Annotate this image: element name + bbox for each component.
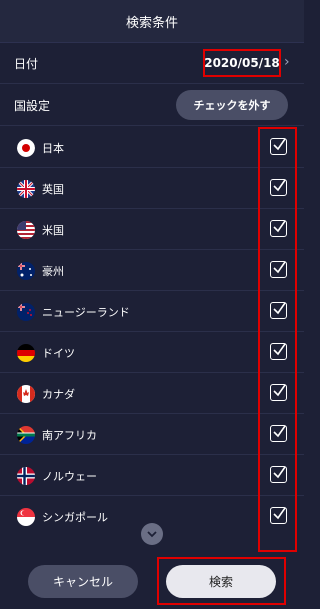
header: 検索条件 bbox=[0, 0, 304, 43]
list-item-label: 日本 bbox=[42, 142, 64, 155]
list-item-label: 英国 bbox=[42, 183, 64, 196]
list-item-label: 米国 bbox=[42, 224, 64, 237]
japan-flag-icon bbox=[17, 139, 35, 157]
uncheck-all-label: チェックを外す bbox=[193, 99, 271, 112]
chevron-right-icon[interactable]: › bbox=[284, 54, 290, 70]
chevron-down-icon bbox=[147, 531, 157, 538]
list-item-label: カナダ bbox=[42, 388, 75, 401]
uncheck-all-button[interactable]: チェックを外す bbox=[176, 90, 288, 120]
date-label: 日付 bbox=[14, 57, 39, 71]
list-item-label: ドイツ bbox=[42, 347, 75, 360]
date-value-highlight[interactable]: 2020/05/18 bbox=[203, 49, 281, 77]
page-title: 検索条件 bbox=[125, 15, 178, 31]
uk-flag-icon bbox=[17, 180, 35, 198]
date-value: 2020/05/18 bbox=[204, 56, 280, 70]
footer: キャンセル 検索 bbox=[0, 552, 304, 609]
list-item-label: ノルウェー bbox=[42, 470, 97, 483]
cancel-button[interactable]: キャンセル bbox=[28, 565, 138, 598]
new-zealand-flag-icon bbox=[17, 303, 35, 321]
list-item-label: シンガポール bbox=[42, 511, 108, 524]
search-button[interactable]: 検索 bbox=[166, 565, 276, 598]
checkbox-column-highlight bbox=[258, 127, 297, 552]
canada-flag-icon bbox=[17, 385, 35, 403]
australia-flag-icon bbox=[17, 262, 35, 280]
norway-flag-icon bbox=[17, 467, 35, 485]
south-africa-flag-icon bbox=[17, 426, 35, 444]
list-item-label: ニュージーランド bbox=[42, 306, 130, 319]
date-row[interactable]: 日付 2020/05/18 › bbox=[0, 42, 304, 84]
country-settings-label: 国設定 bbox=[14, 99, 51, 113]
list-item-label: 豪州 bbox=[42, 265, 64, 278]
us-flag-icon bbox=[17, 221, 35, 239]
list-item-label: 南アフリカ bbox=[42, 429, 97, 442]
cancel-label: キャンセル bbox=[52, 575, 113, 589]
country-settings-row: 国設定 チェックを外す bbox=[0, 84, 304, 126]
search-label: 検索 bbox=[208, 575, 233, 589]
germany-flag-icon bbox=[17, 344, 35, 362]
singapore-flag-icon bbox=[17, 508, 35, 526]
scroll-down-button[interactable] bbox=[141, 523, 163, 545]
